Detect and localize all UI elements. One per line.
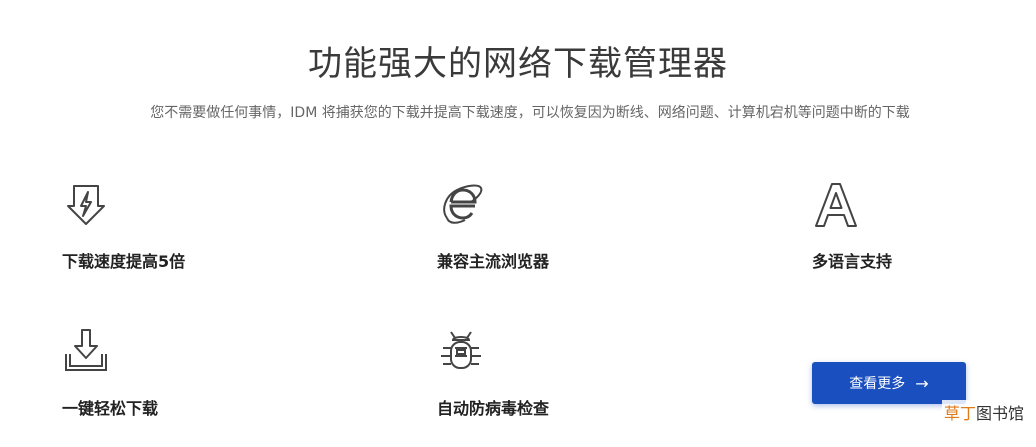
watermark-rest: 图书馆: [975, 404, 1024, 423]
feature-label: 多语言支持: [812, 252, 893, 271]
page-title: 功能强大的网络下载管理器: [308, 44, 728, 84]
feature-label: 兼容主流浏览器: [437, 252, 550, 271]
letter-a-icon: [815, 183, 857, 227]
watermark-accent: 草丁: [943, 404, 976, 423]
feature-label: 自动防病毒检查: [437, 399, 550, 418]
browser-e-icon: [443, 184, 483, 224]
page-subtitle: 您不需要做任何事情，IDM 将捕获您的下载并提高下载速度，可以恢复因为断线、网络…: [150, 105, 910, 121]
watermark: 草丁图书馆: [941, 400, 1026, 424]
feature-label: 一键轻松下载: [62, 399, 159, 418]
tray-download-icon: [65, 329, 107, 371]
bug-icon: [441, 331, 481, 369]
lightning-download-icon: [67, 185, 105, 225]
view-more-label: 查看更多: [849, 376, 906, 392]
view-more-button[interactable]: 查看更多 →: [812, 362, 966, 404]
feature-label: 下载速度提高5倍: [62, 252, 186, 271]
arrow-right-icon: →: [915, 373, 929, 393]
